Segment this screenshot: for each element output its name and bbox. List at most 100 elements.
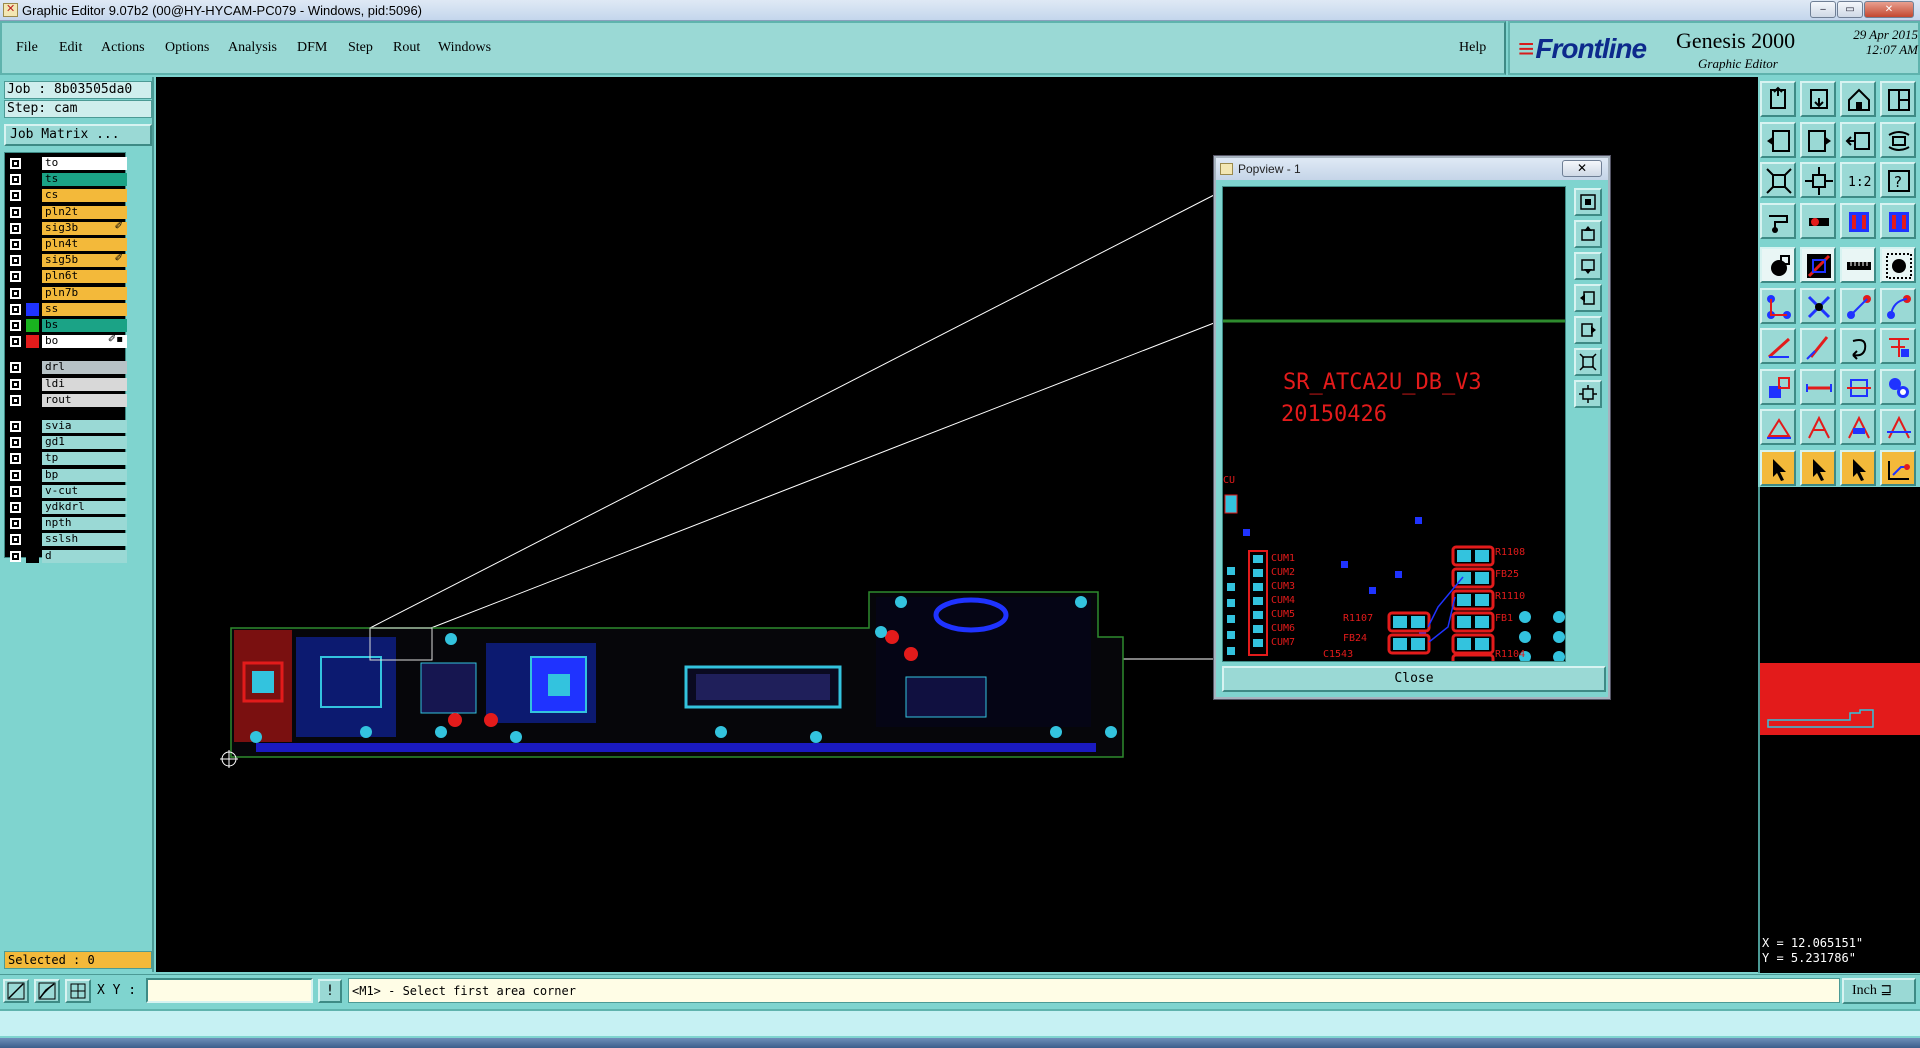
tool-open-job-button[interactable] xyxy=(1760,81,1796,117)
tool-zoom-in-button[interactable] xyxy=(1760,162,1796,198)
tool-help-button[interactable]: ? xyxy=(1880,162,1916,198)
tool-triangle-button[interactable] xyxy=(1760,409,1796,445)
tool-slash-button[interactable] xyxy=(1800,328,1836,364)
tool-zoom-fit-button[interactable] xyxy=(1880,121,1916,158)
menu-actions[interactable]: Actions xyxy=(101,40,145,56)
layer-checkbox[interactable] xyxy=(10,421,21,432)
layer-row-drl[interactable]: drl xyxy=(5,360,127,375)
tool-align-button[interactable] xyxy=(1880,328,1916,364)
tool-pointer-2-button[interactable] xyxy=(1800,449,1836,486)
layer-name[interactable]: to xyxy=(42,157,127,170)
tool-pointer-3-button[interactable] xyxy=(1840,449,1876,486)
layer-row-rout[interactable]: rout xyxy=(5,393,127,408)
tool-pointer-button[interactable] xyxy=(1760,449,1796,486)
popview-pan-left-button[interactable] xyxy=(1574,284,1602,312)
tool-measure-button[interactable] xyxy=(1800,202,1836,239)
layer-checkbox[interactable] xyxy=(10,320,21,331)
layer-checkbox[interactable] xyxy=(10,453,21,465)
layer-row-gd1[interactable]: gd1 xyxy=(5,435,127,450)
tool-home-button[interactable] xyxy=(1840,81,1876,117)
layer-row-ts[interactable]: ts xyxy=(5,172,127,187)
layer-row-bp[interactable]: bp xyxy=(5,468,127,483)
layer-row-bo[interactable]: bo ✐▪ xyxy=(5,334,127,349)
tool-route-button[interactable] xyxy=(1880,449,1916,486)
menu-dfm[interactable]: DFM xyxy=(297,40,327,56)
tool-layers-red-2-button[interactable] xyxy=(1880,202,1916,239)
layer-checkbox[interactable] xyxy=(10,271,21,283)
tool-zoom-out-button[interactable] xyxy=(1800,162,1836,198)
tool-group-button[interactable] xyxy=(1880,368,1916,405)
layer-name[interactable]: cs xyxy=(42,189,127,203)
layer-checkbox[interactable] xyxy=(10,469,21,481)
layer-name[interactable]: pln4t xyxy=(42,238,127,251)
tool-snap-button[interactable] xyxy=(1760,202,1796,239)
tool-a-box-button[interactable] xyxy=(1840,409,1876,445)
layer-name[interactable]: gd1 xyxy=(42,436,127,450)
layer-row-tp[interactable]: tp xyxy=(5,451,127,466)
layer-name[interactable]: sslsh xyxy=(42,533,127,547)
layer-name[interactable]: rout xyxy=(42,393,127,407)
layer-name[interactable]: d xyxy=(42,549,127,563)
close-button[interactable]: ✕ xyxy=(1864,1,1914,18)
layer-row-sig5b[interactable]: sig5b ✐ xyxy=(5,253,127,268)
layer-checkbox[interactable] xyxy=(10,336,21,348)
layer-row-ydkdrl[interactable]: ydkdrl xyxy=(5,500,127,515)
tool-ruler-button[interactable] xyxy=(1840,247,1876,283)
popview-pan-right-button[interactable] xyxy=(1574,316,1602,344)
popview-canvas[interactable]: SR_ATCA2U_DB_V3 20150426 CU CUM1 CUM2 CUM3… xyxy=(1222,186,1566,662)
layer-checkbox[interactable] xyxy=(10,394,21,406)
tool-a-line-button[interactable] xyxy=(1880,409,1916,445)
menu-windows[interactable]: Windows xyxy=(438,40,491,56)
layer-checkbox[interactable] xyxy=(10,190,21,202)
minimize-button[interactable]: ‒ xyxy=(1810,1,1836,18)
layer-row-npth[interactable]: npth xyxy=(5,516,127,531)
layer-row-pln7b[interactable]: pln7b xyxy=(5,286,127,301)
tool-layout-button[interactable] xyxy=(1880,81,1916,117)
layer-name[interactable]: ydkdrl xyxy=(42,501,127,514)
menu-step[interactable]: Step xyxy=(348,40,373,56)
popview-zoom-fit-button[interactable] xyxy=(1574,188,1602,216)
layer-name[interactable]: ss xyxy=(42,302,127,316)
layer-row-sslsh[interactable]: sslsh xyxy=(5,532,127,547)
layer-row-sig3b[interactable]: sig3b ✐ xyxy=(5,221,127,236)
layer-name[interactable]: drl xyxy=(42,361,127,375)
tool-cross-button[interactable] xyxy=(1800,287,1836,324)
layer-checkbox[interactable] xyxy=(10,206,21,218)
layer-checkbox[interactable] xyxy=(10,222,21,234)
tool-pad-button[interactable] xyxy=(1880,247,1916,283)
layer-name[interactable]: ts xyxy=(42,173,127,187)
layer-row-ss[interactable]: ss xyxy=(5,302,127,317)
layer-checkbox[interactable] xyxy=(10,502,21,513)
layer-name[interactable]: svia xyxy=(42,420,127,433)
overview-panel[interactable] xyxy=(1758,487,1920,933)
grid-mode-button[interactable] xyxy=(65,979,91,1003)
snap-mode-button[interactable] xyxy=(3,979,29,1003)
tool-features-button[interactable] xyxy=(1760,247,1796,283)
layer-name[interactable]: npth xyxy=(42,517,127,531)
tool-rotate-button[interactable] xyxy=(1840,328,1876,364)
measure-mode-button[interactable] xyxy=(34,979,60,1003)
layer-row-svia[interactable]: svia xyxy=(5,419,127,434)
xy-input[interactable] xyxy=(146,978,313,1003)
tool-zoom-area-button[interactable] xyxy=(1840,121,1876,158)
layer-name[interactable]: tp xyxy=(42,452,127,466)
popview-close-x-button[interactable]: ✕ xyxy=(1562,160,1602,177)
popview-zoom-in-button[interactable] xyxy=(1574,348,1602,376)
layer-name[interactable]: pln6t xyxy=(42,270,127,284)
layer-row-pln6t[interactable]: pln6t xyxy=(5,269,127,284)
tool-connect-button[interactable] xyxy=(1760,287,1796,324)
unit-selector[interactable]: Inch ⊒ xyxy=(1842,978,1916,1004)
tool-layers-red-button[interactable] xyxy=(1840,202,1876,239)
layer-name[interactable]: v-cut xyxy=(42,484,127,498)
layer-row-to[interactable]: to xyxy=(5,156,127,171)
layer-name[interactable]: bs xyxy=(42,319,127,332)
layer-checkbox[interactable] xyxy=(10,239,21,250)
tool-copy-button[interactable] xyxy=(1760,368,1796,405)
layer-checkbox[interactable] xyxy=(10,378,21,390)
layer-row-ldi[interactable]: ldi xyxy=(5,377,127,392)
menu-file[interactable]: File xyxy=(16,40,38,56)
layer-checkbox[interactable] xyxy=(10,255,21,267)
menu-rout[interactable]: Rout xyxy=(393,40,420,56)
prompt-toggle-button[interactable]: ! xyxy=(318,979,342,1003)
tool-selection-button[interactable] xyxy=(1800,247,1836,283)
